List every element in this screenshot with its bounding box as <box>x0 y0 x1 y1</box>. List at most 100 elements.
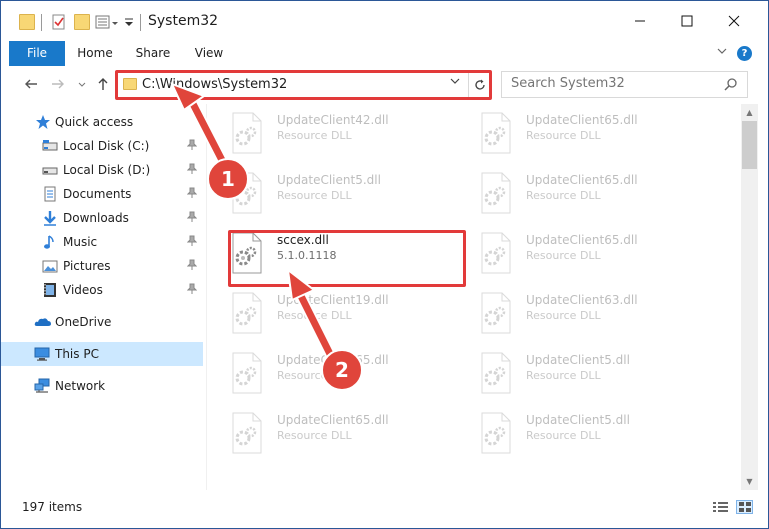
pin-icon[interactable] <box>186 259 198 274</box>
ribbon-tabs: File Home Share View ? <box>1 41 768 66</box>
folder-icon <box>19 14 35 30</box>
file-description: Resource DLL <box>277 309 352 322</box>
dll-file-icon <box>478 292 514 334</box>
file-item[interactable]: UpdateClient19.dll Resource DLL <box>207 287 437 339</box>
customize-toolbar-icon[interactable] <box>95 14 118 30</box>
up-button[interactable] <box>95 76 111 96</box>
sidebar-item-label: Local Disk (C:) <box>63 139 150 153</box>
sidebar-item-onedrive[interactable]: OneDrive <box>1 310 206 334</box>
drive-icon <box>42 138 58 154</box>
status-bar: 197 items <box>1 490 768 528</box>
sidebar-item-label: Local Disk (D:) <box>63 163 151 177</box>
file-name: UpdateClient63.dll <box>526 293 638 307</box>
sidebar-item-label: OneDrive <box>55 315 112 329</box>
file-item[interactable]: UpdateClient65.dll Resource DLL <box>207 407 437 459</box>
forward-button[interactable] <box>50 76 66 96</box>
sidebar-item-network[interactable]: Network <box>1 374 206 398</box>
sidebar-item-documents[interactable]: Documents <box>1 182 206 206</box>
tab-share[interactable]: Share <box>127 41 179 66</box>
vertical-scrollbar[interactable]: ▲ ▼ <box>741 104 758 490</box>
file-description: Resource DLL <box>526 189 601 202</box>
sidebar-item-label: Network <box>55 379 106 393</box>
tab-file[interactable]: File <box>9 41 65 66</box>
file-item[interactable]: UpdateClient63.dll Resource DLL <box>456 287 686 339</box>
dll-file-icon <box>229 172 265 214</box>
title-bar: System32 <box>1 1 768 41</box>
file-item[interactable]: UpdateClient65.dll Resource DLL <box>207 347 437 399</box>
sidebar-item-label: This PC <box>55 347 99 361</box>
tab-home[interactable]: Home <box>69 41 121 66</box>
onedrive-icon <box>34 314 51 330</box>
sidebar-item-label: Music <box>63 235 98 249</box>
file-item[interactable]: UpdateClient5.dll Resource DLL <box>456 347 686 399</box>
scroll-down-arrow-icon[interactable]: ▼ <box>741 473 758 490</box>
file-description: Resource DLL <box>277 369 352 382</box>
scrollbar-thumb[interactable] <box>742 121 757 169</box>
dll-file-icon <box>478 412 514 454</box>
sidebar-item-quick-access[interactable]: Quick access <box>1 110 206 134</box>
pin-icon[interactable] <box>186 139 198 154</box>
pin-icon[interactable] <box>186 187 198 202</box>
pin-icon[interactable] <box>186 163 198 178</box>
file-description: Resource DLL <box>526 309 601 322</box>
file-item[interactable]: UpdateClient65.dll Resource DLL <box>456 167 686 219</box>
quick-access-dropdown-icon[interactable] <box>124 14 140 30</box>
file-name: UpdateClient5.dll <box>277 173 381 187</box>
file-description: Resource DLL <box>277 189 352 202</box>
file-description: Resource DLL <box>526 429 601 442</box>
sidebar-item-label: Downloads <box>63 211 129 225</box>
videos-icon <box>42 282 58 298</box>
scroll-up-arrow-icon[interactable]: ▲ <box>741 104 758 121</box>
dll-file-icon <box>478 232 514 274</box>
file-item[interactable]: UpdateClient65.dll Resource DLL <box>456 107 686 159</box>
help-button[interactable]: ? <box>737 46 752 61</box>
pin-icon[interactable] <box>186 283 198 298</box>
sidebar-item-pictures[interactable]: Pictures <box>1 254 206 278</box>
dll-file-icon <box>478 172 514 214</box>
recent-locations-icon[interactable] <box>77 76 87 96</box>
file-name: UpdateClient65.dll <box>277 353 389 367</box>
file-name: UpdateClient65.dll <box>526 173 638 187</box>
details-view-icon[interactable] <box>712 500 729 514</box>
this-pc-icon <box>34 346 50 362</box>
pin-icon[interactable] <box>186 211 198 226</box>
music-icon <box>42 234 58 250</box>
file-item[interactable]: UpdateClient5.dll Resource DLL <box>456 407 686 459</box>
file-name: UpdateClient5.dll <box>526 353 630 367</box>
file-description: Resource DLL <box>526 249 601 262</box>
sidebar-item-local-disk-d[interactable]: Local Disk (D:) <box>1 158 206 182</box>
back-button[interactable] <box>23 76 39 96</box>
file-item[interactable]: UpdateClient42.dll Resource DLL <box>207 107 437 159</box>
file-description: Resource DLL <box>526 129 601 142</box>
file-item[interactable]: UpdateClient65.dll Resource DLL <box>456 227 686 279</box>
file-name: UpdateClient65.dll <box>526 113 638 127</box>
minimize-button[interactable] <box>617 1 663 41</box>
maximize-button[interactable] <box>664 1 710 41</box>
dll-file-icon <box>229 292 265 334</box>
explorer-window: System32 File Home Share View ? C:\Windo… <box>0 0 769 529</box>
close-button[interactable] <box>711 1 757 41</box>
file-description: Resource DLL <box>526 369 601 382</box>
sidebar-item-this-pc[interactable]: This PC <box>1 342 203 366</box>
sidebar-item-music[interactable]: Music <box>1 230 206 254</box>
sidebar-item-downloads[interactable]: Downloads <box>1 206 206 230</box>
file-item[interactable]: UpdateClient5.dll Resource DLL <box>207 167 437 219</box>
expand-ribbon-icon[interactable] <box>716 45 728 60</box>
file-highlight-box <box>228 230 466 287</box>
properties-icon[interactable] <box>51 14 67 30</box>
pin-icon[interactable] <box>186 235 198 250</box>
new-folder-icon[interactable] <box>74 14 90 30</box>
search-box[interactable] <box>501 71 748 98</box>
sidebar-item-label: Pictures <box>63 259 111 273</box>
dll-file-icon <box>478 112 514 154</box>
search-icon[interactable] <box>724 77 738 94</box>
window-title: System32 <box>148 13 219 29</box>
sidebar-item-videos[interactable]: Videos <box>1 278 206 302</box>
large-icons-view-icon[interactable] <box>736 500 753 514</box>
search-input[interactable] <box>511 76 711 91</box>
tab-view[interactable]: View <box>184 41 234 66</box>
sidebar-item-local-disk-c[interactable]: Local Disk (C:) <box>1 134 206 158</box>
downloads-icon <box>42 210 58 226</box>
title-separator <box>41 14 42 31</box>
dll-file-icon <box>229 112 265 154</box>
